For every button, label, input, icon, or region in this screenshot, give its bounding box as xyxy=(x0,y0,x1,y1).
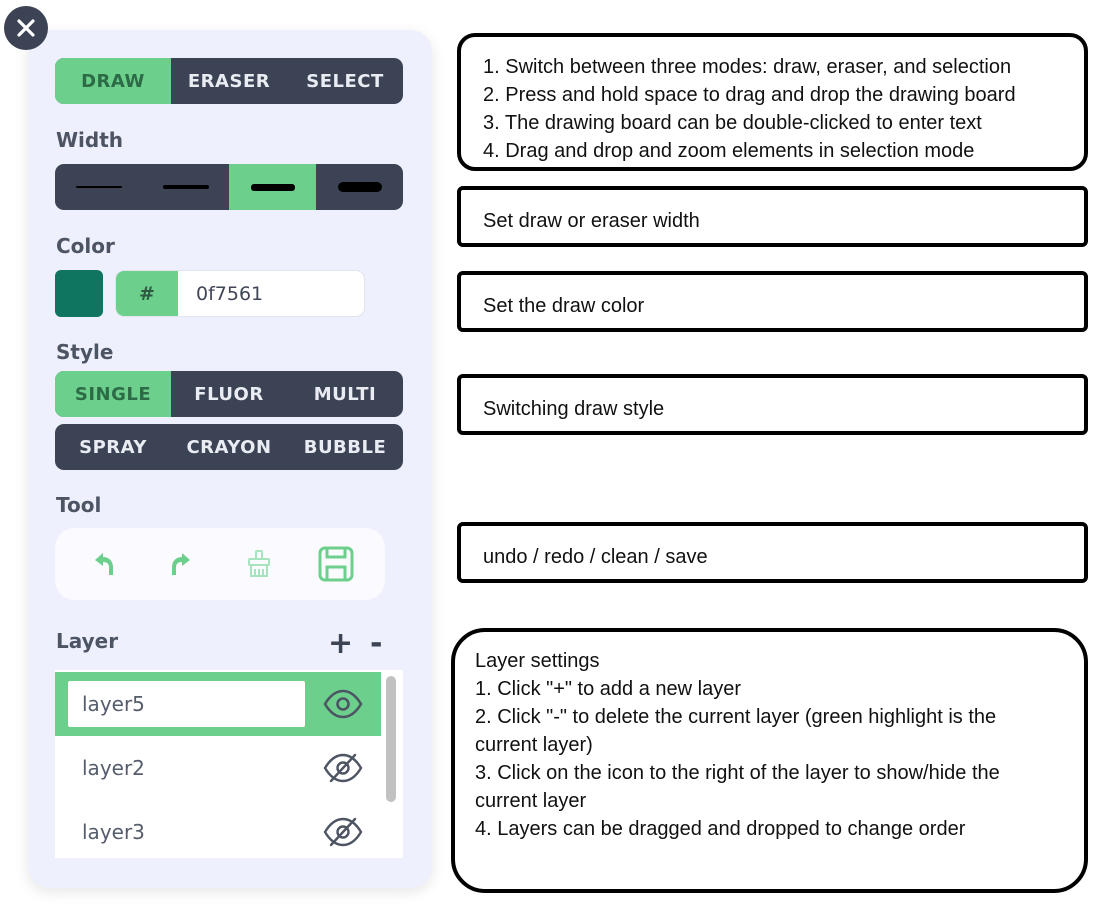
style-multi-button[interactable]: MULTI xyxy=(287,371,403,417)
layer-row[interactable]: layer3 xyxy=(55,800,381,858)
color-hex-value[interactable]: 0f7561 xyxy=(178,271,364,316)
note-modes-line: 4. Drag and drop and zoom elements in se… xyxy=(483,140,975,162)
width-thick-line xyxy=(250,183,295,191)
note-tool: undo / redo / clean / save xyxy=(457,522,1088,583)
tool-label: Tool xyxy=(56,493,102,517)
width-thin-line xyxy=(75,186,122,188)
layer-visibility-toggle[interactable] xyxy=(321,814,365,850)
width-option-thick[interactable] xyxy=(229,164,316,210)
hash-prefix: # xyxy=(116,271,178,316)
note-style: Switching draw style xyxy=(457,374,1088,435)
note-style-text: Switching draw style xyxy=(483,398,665,420)
note-layer: Layer settings 1. Click "+" to add a new… xyxy=(451,628,1088,893)
note-layer-line: current layer) xyxy=(475,734,593,756)
width-option-thin[interactable] xyxy=(55,164,142,210)
layer-list: layer5 layer2 layer3 xyxy=(55,670,403,858)
style-spray-button[interactable]: SPRAY xyxy=(55,424,171,470)
note-layer-line: 2. Click "-" to delete the current layer… xyxy=(475,706,997,728)
undo-icon xyxy=(94,553,113,575)
note-color: Set the draw color xyxy=(457,271,1088,332)
style-bubble-button[interactable]: BUBBLE xyxy=(287,424,403,470)
note-layer-line: current layer xyxy=(475,790,587,812)
layer-row[interactable]: layer5 xyxy=(55,672,381,736)
layer-visibility-toggle[interactable] xyxy=(321,750,365,786)
note-layer-line: Layer settings xyxy=(475,650,600,672)
note-color-text: Set the draw color xyxy=(483,295,645,317)
clean-icon xyxy=(247,550,270,577)
layer-name: layer5 xyxy=(82,692,145,716)
style-switch-row1: SINGLE FLUOR MULTI xyxy=(55,371,403,417)
mode-eraser-button[interactable]: ERASER xyxy=(171,58,287,104)
width-extra-thick-line xyxy=(337,182,382,192)
redo-icon xyxy=(172,553,191,575)
note-layer-line: 3. Click on the icon to the right of the… xyxy=(475,762,1000,784)
tool-bar xyxy=(55,528,385,600)
eye-off-icon xyxy=(323,817,363,847)
note-modes-line: 3. The drawing board can be double-click… xyxy=(483,112,982,134)
undo-button[interactable] xyxy=(82,542,126,586)
style-switch-row2: SPRAY CRAYON BUBBLE xyxy=(55,424,403,470)
style-crayon-button[interactable]: CRAYON xyxy=(171,424,287,470)
style-single-button[interactable]: SINGLE xyxy=(55,371,171,417)
close-icon xyxy=(17,19,35,37)
layer-label: Layer xyxy=(56,629,119,653)
clean-button[interactable] xyxy=(237,542,281,586)
remove-layer-button[interactable]: - xyxy=(370,626,382,661)
save-button[interactable] xyxy=(314,542,358,586)
mode-draw-button[interactable]: DRAW xyxy=(55,58,171,104)
note-tool-text: undo / redo / clean / save xyxy=(483,546,708,568)
style-label: Style xyxy=(56,340,114,364)
close-button[interactable] xyxy=(4,6,48,50)
layer-row[interactable]: layer2 xyxy=(55,736,381,800)
eye-icon xyxy=(323,689,363,719)
note-modes-line: 2. Press and hold space to drag and drop… xyxy=(483,84,1016,106)
eye-off-icon xyxy=(323,753,363,783)
note-layer-line: 1. Click "+" to add a new layer xyxy=(475,678,741,700)
save-icon xyxy=(318,546,354,582)
color-swatch[interactable] xyxy=(55,270,103,317)
note-width-text: Set draw or eraser width xyxy=(483,210,700,232)
style-fluor-button[interactable]: FLUOR xyxy=(171,371,287,417)
mode-select-button[interactable]: SELECT xyxy=(287,58,403,104)
width-option-extra-thick[interactable] xyxy=(316,164,403,210)
width-option-medium[interactable] xyxy=(142,164,229,210)
note-width: Set draw or eraser width xyxy=(457,186,1088,247)
width-switch xyxy=(55,164,403,210)
layer-list-scrollbar[interactable] xyxy=(386,676,396,802)
mode-switch: DRAW ERASER SELECT xyxy=(55,58,403,104)
note-layer-line: 4. Layers can be dragged and dropped to … xyxy=(475,818,966,840)
layer-name: layer2 xyxy=(82,756,145,780)
add-layer-button[interactable]: + xyxy=(328,626,353,661)
redo-button[interactable] xyxy=(159,542,203,586)
note-modes: 1. Switch between three modes: draw, era… xyxy=(457,33,1088,171)
color-hex-input[interactable]: # 0f7561 xyxy=(115,270,365,317)
color-label: Color xyxy=(56,234,115,258)
layer-visibility-toggle[interactable] xyxy=(321,686,365,722)
width-medium-line xyxy=(162,185,209,189)
layer-name: layer3 xyxy=(82,820,145,844)
width-label: Width xyxy=(56,128,124,152)
note-modes-line: 1. Switch between three modes: draw, era… xyxy=(483,56,1012,78)
